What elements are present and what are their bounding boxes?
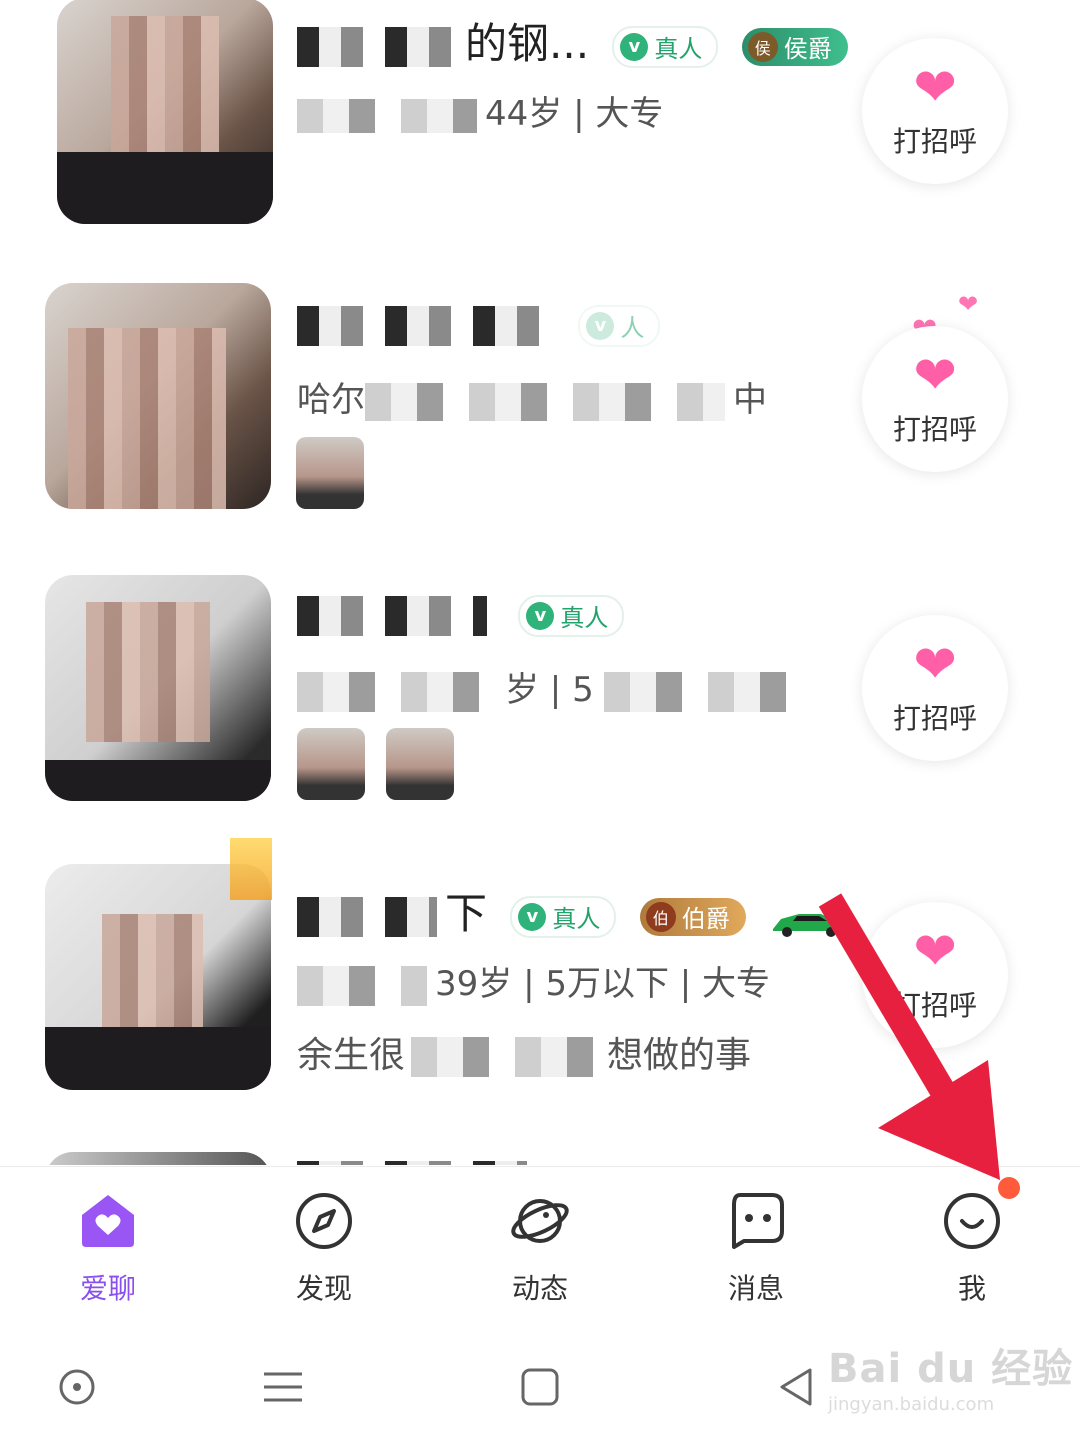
user-name: v 真人: [297, 588, 625, 637]
user-avatar[interactable]: [45, 575, 271, 801]
compass-icon: [296, 1193, 352, 1249]
car-icon: [769, 900, 849, 937]
user-name: v人: [297, 298, 661, 347]
user-meta: 39岁 | 5万以下 | 大专: [297, 956, 770, 1006]
greet-button[interactable]: ❤ 打招呼: [862, 326, 1008, 472]
sparkle-icon: [230, 838, 272, 900]
chat-bubble-icon: [732, 1193, 784, 1249]
user-feed: 的钢... v 真人 侯侯爵 44岁 | 大专 ❤ 打招呼 v人 哈尔中 ❤ ❤ …: [0, 0, 1080, 1165]
bottom-nav: 爱聊 发现 动态 消息 我: [0, 1166, 1080, 1317]
verified-icon: v: [518, 902, 547, 931]
floating-heart-icon: ❤: [958, 290, 979, 318]
tab-discover[interactable]: 发现: [216, 1167, 432, 1317]
assistant-icon[interactable]: [52, 1362, 102, 1412]
verified-badge: v 真人: [510, 895, 617, 938]
verified-icon: v: [620, 32, 649, 61]
rank-badge: 伯伯爵: [639, 897, 746, 936]
photo-thumbnail[interactable]: [297, 728, 365, 800]
verified-badge: v 真人: [518, 594, 625, 637]
user-meta: 44岁 | 大专: [297, 86, 663, 135]
verified-badge: v 真人: [612, 25, 719, 68]
baidu-watermark: Bai du 经验 jingyan.baidu.com: [828, 1346, 1074, 1415]
verified-icon: v: [526, 601, 555, 630]
user-bio: 余生很 想做的事: [297, 1035, 752, 1077]
greet-button[interactable]: ❤ 打招呼: [862, 902, 1008, 1048]
photo-thumbnail[interactable]: [296, 437, 364, 509]
user-meta: 岁 | 5: [297, 662, 802, 712]
rank-emblem-icon: 伯: [645, 901, 676, 932]
notification-dot: [998, 1177, 1020, 1199]
heart-icon: ❤: [913, 635, 957, 695]
home-square-icon[interactable]: [515, 1362, 565, 1412]
rank-emblem-icon: 侯: [747, 31, 778, 62]
menu-icon[interactable]: [258, 1362, 308, 1412]
home-heart-icon: [82, 1195, 134, 1247]
verified-icon: v: [586, 311, 615, 340]
tab-ailiao[interactable]: 爱聊: [0, 1167, 216, 1317]
greet-button[interactable]: ❤ 打招呼: [862, 38, 1008, 184]
user-name: 的钢... v 真人 侯侯爵: [297, 10, 848, 71]
tab-me[interactable]: 我: [864, 1167, 1080, 1317]
photo-thumbnail[interactable]: [386, 728, 454, 800]
user-avatar[interactable]: [45, 1152, 271, 1165]
greet-button[interactable]: ❤ 打招呼: [862, 615, 1008, 761]
heart-icon: ❤: [913, 922, 957, 982]
user-name: [297, 1148, 535, 1165]
planet-icon: [511, 1199, 569, 1243]
back-icon[interactable]: [772, 1362, 822, 1412]
verified-badge: v人: [578, 304, 661, 347]
smile-icon: [944, 1193, 1000, 1249]
heart-icon: ❤: [913, 346, 957, 406]
user-name: 下 v 真人 伯伯爵: [297, 880, 849, 941]
user-avatar[interactable]: [45, 283, 271, 509]
rank-badge: 侯侯爵: [741, 27, 848, 66]
heart-icon: ❤: [913, 58, 957, 118]
tab-moments[interactable]: 动态: [432, 1167, 648, 1317]
user-meta: 哈尔中: [297, 380, 767, 421]
tab-messages[interactable]: 消息: [648, 1167, 864, 1317]
user-avatar[interactable]: [57, 0, 273, 224]
